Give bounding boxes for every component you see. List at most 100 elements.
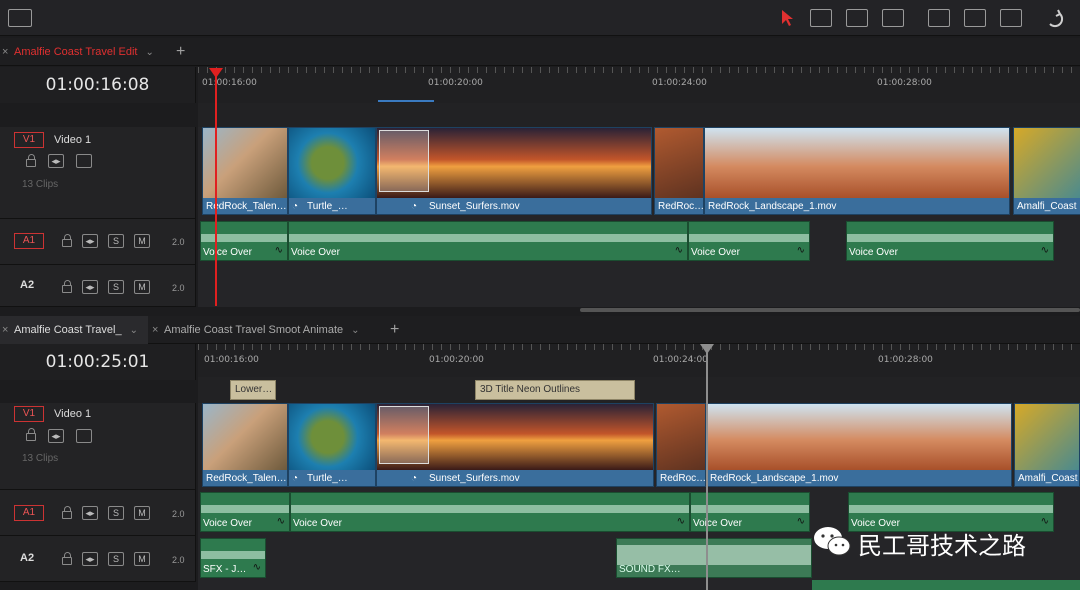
- track-volume: 2.0: [172, 283, 185, 293]
- chevron-down-icon[interactable]: ⌄: [130, 317, 138, 345]
- video-track-area[interactable]: RedRock_Talen… Turtle_… ◔ Sunset_Surfers…: [198, 403, 1080, 490]
- video-clip[interactable]: Amalfi_Coast: [1014, 403, 1080, 487]
- audio-clip[interactable]: Voice Over ∿: [846, 221, 1054, 261]
- overwrite-icon[interactable]: [964, 9, 986, 27]
- timeline-ruler[interactable]: 01:00:16:00 01:00:20:00 01:00:24:00 01:0…: [198, 344, 1080, 380]
- close-icon[interactable]: ×: [2, 38, 8, 66]
- track-id-a1[interactable]: A1: [14, 233, 44, 249]
- title-clip[interactable]: 3D Title Neon Outlines: [475, 380, 635, 400]
- ruler-ticks: [198, 344, 1080, 350]
- audio-clip[interactable]: SOUND FX…: [616, 538, 812, 578]
- close-icon[interactable]: ×: [2, 316, 8, 344]
- track-id-a2[interactable]: A2: [20, 552, 34, 564]
- video-clip[interactable]: Sunset_Surfers.mov ◔: [376, 127, 652, 215]
- monitor-icon[interactable]: [76, 154, 92, 168]
- track-id-a2[interactable]: A2: [20, 279, 34, 291]
- clip-label: RedRock_Landscape_1.mov: [710, 473, 839, 484]
- lock-icon[interactable]: [62, 234, 72, 247]
- blade-icon[interactable]: [882, 9, 904, 27]
- auto-select-icon[interactable]: ◂▸: [48, 429, 64, 443]
- track-name[interactable]: Video 1: [54, 408, 91, 420]
- layout-icon[interactable]: [8, 9, 32, 27]
- audio-track-a2[interactable]: [198, 265, 1080, 307]
- transition-marker[interactable]: [379, 406, 429, 464]
- audio-clip[interactable]: Voice Over ∿: [200, 492, 290, 532]
- track-id-v1[interactable]: V1: [14, 132, 44, 148]
- ruler-label: 01:00:16:00: [202, 78, 257, 88]
- video-clip[interactable]: Sunset_Surfers.mov ◔: [376, 403, 654, 487]
- chevron-down-icon[interactable]: ⌄: [351, 317, 359, 345]
- tab-timeline-edit[interactable]: × Amalfie Coast Travel Edit ⌄: [0, 38, 160, 66]
- tab-timeline-travel[interactable]: × Amalfie Coast Travel_ ⌄: [0, 316, 148, 344]
- video-track-area[interactable]: RedRock_Talen… Turtle_… ◔ Sunset_Surfers…: [198, 127, 1080, 219]
- solo-button[interactable]: S: [108, 552, 124, 566]
- track-header-a1: A1 ◂▸ S M 2.0: [0, 490, 196, 536]
- audio-clip[interactable]: Voice Over ∿: [688, 221, 810, 261]
- audio-clip-partial[interactable]: [812, 580, 1080, 590]
- video-clip[interactable]: RedRoc…: [654, 127, 704, 215]
- lock-icon[interactable]: [62, 506, 72, 519]
- video-clip[interactable]: Turtle_… ◔: [288, 403, 376, 487]
- auto-select-icon[interactable]: ◂▸: [82, 506, 98, 520]
- video-clip[interactable]: Turtle_… ◔: [288, 127, 376, 215]
- dynamic-trim-icon[interactable]: [846, 9, 868, 27]
- playhead[interactable]: [706, 348, 708, 590]
- mute-button[interactable]: M: [134, 234, 150, 248]
- clip-label: RedRock_Talen…: [206, 473, 287, 484]
- video-clip[interactable]: RedRock_Talen…: [202, 403, 288, 487]
- auto-select-icon[interactable]: ◂▸: [82, 552, 98, 566]
- lock-icon[interactable]: [62, 280, 72, 293]
- video-clip[interactable]: RedRock_Landscape_1.mov: [706, 403, 1012, 487]
- audio-clip[interactable]: Voice Over ∿: [690, 492, 810, 532]
- lock-icon[interactable]: [26, 428, 36, 441]
- track-name[interactable]: Video 1: [54, 134, 91, 146]
- timeline-tabbar-1: × Amalfie Coast Travel Edit ⌄ +: [0, 38, 1080, 66]
- lock-icon[interactable]: [26, 154, 36, 167]
- audio-clip[interactable]: SFX - J… ∿: [200, 538, 266, 578]
- replace-icon[interactable]: [1000, 9, 1022, 27]
- video-clip[interactable]: RedRoc…: [656, 403, 706, 487]
- audio-track-a1[interactable]: Voice Over ∿ Voice Over ∿ Voice Over ∿ Voic…: [198, 219, 1080, 265]
- ruler-ticks: [198, 67, 1080, 73]
- snap-icon[interactable]: [1046, 8, 1064, 28]
- trim-icon[interactable]: [810, 9, 832, 27]
- timeline-ruler[interactable]: 01:00:16:00 01:00:20:00 01:00:24:00 01:0…: [198, 67, 1080, 103]
- fade-curve-icon: ∿: [674, 245, 683, 256]
- lock-icon[interactable]: [62, 552, 72, 565]
- track-id-v1[interactable]: V1: [14, 406, 44, 422]
- select-arrow-icon[interactable]: [780, 9, 794, 27]
- transition-marker[interactable]: [379, 130, 429, 192]
- solo-button[interactable]: S: [108, 280, 124, 294]
- mute-button[interactable]: M: [134, 552, 150, 566]
- insert-icon[interactable]: [928, 9, 950, 27]
- track-id-a1[interactable]: A1: [14, 505, 44, 521]
- audio-clip[interactable]: Voice Over ∿: [200, 221, 288, 261]
- horizontal-scrollbar[interactable]: [580, 308, 1080, 312]
- tab-timeline-animate[interactable]: × Amalfie Coast Travel Smoot Animate ⌄: [150, 316, 366, 344]
- tab-label: Amalfie Coast Travel Smoot Animate: [164, 324, 344, 336]
- auto-select-icon[interactable]: ◂▸: [82, 234, 98, 248]
- video-clip[interactable]: RedRock_Landscape_1.mov: [704, 127, 1010, 215]
- auto-select-icon[interactable]: ◂▸: [82, 280, 98, 294]
- solo-button[interactable]: S: [108, 506, 124, 520]
- watermark-text: 民工哥技术之路: [858, 532, 1026, 560]
- playhead[interactable]: [215, 70, 217, 306]
- playhead-handle[interactable]: [700, 344, 714, 354]
- solo-button[interactable]: S: [108, 234, 124, 248]
- title-track-area[interactable]: Lower… 3D Title Neon Outlines: [198, 377, 1080, 403]
- monitor-icon[interactable]: [76, 429, 92, 443]
- audio-clip[interactable]: Voice Over ∿: [290, 492, 690, 532]
- auto-select-icon[interactable]: ◂▸: [48, 154, 64, 168]
- title-clip[interactable]: Lower…: [230, 380, 276, 400]
- add-timeline-button[interactable]: +: [176, 38, 185, 66]
- chevron-down-icon[interactable]: ⌄: [146, 39, 154, 67]
- clip-label: Voice Over: [293, 518, 342, 529]
- add-timeline-button[interactable]: +: [390, 316, 399, 344]
- video-clip[interactable]: Amalfi_Coast: [1013, 127, 1080, 215]
- mute-button[interactable]: M: [134, 506, 150, 520]
- mute-button[interactable]: M: [134, 280, 150, 294]
- timeline-tabbar-2: × Amalfie Coast Travel_ ⌄ × Amalfie Coast T…: [0, 316, 1080, 344]
- close-icon[interactable]: ×: [152, 316, 158, 344]
- playhead-handle[interactable]: [209, 68, 223, 78]
- audio-clip[interactable]: Voice Over ∿: [288, 221, 688, 261]
